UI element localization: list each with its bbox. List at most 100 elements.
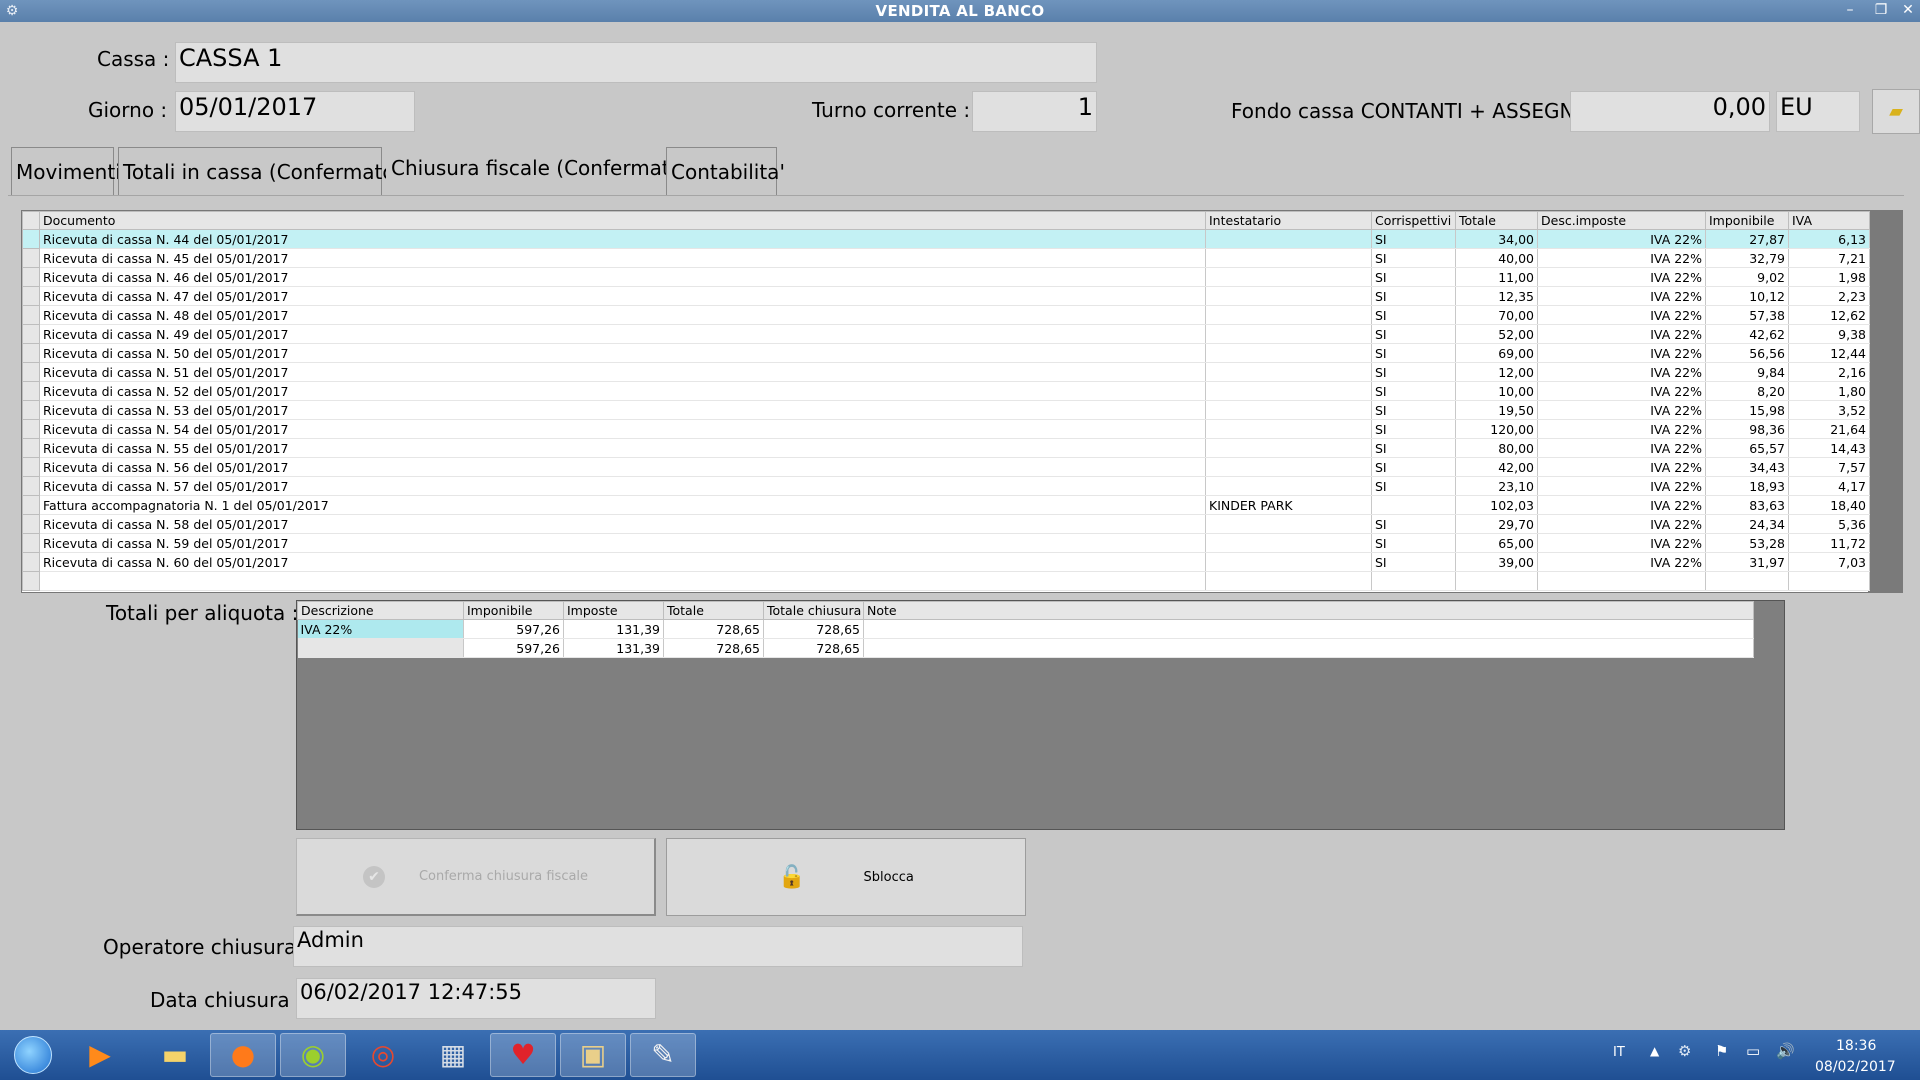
row-indicator[interactable] <box>22 381 40 401</box>
table-row[interactable]: Ricevuta di cassa N. 45 del 05/01/2017 SI… <box>22 248 1870 268</box>
table-row-empty[interactable] <box>22 571 1870 591</box>
col-iva[interactable]: IVA <box>1788 211 1870 230</box>
taskbar-app-media-player[interactable]: ▶ <box>67 1033 133 1077</box>
taskbar-app-explorer[interactable]: ▬ <box>142 1033 208 1077</box>
col-totale-chiusura[interactable]: Totale chiusura <box>763 601 864 620</box>
cell: IVA 22% <box>1537 248 1706 268</box>
clock-time[interactable]: 18:36 <box>1836 1038 1876 1054</box>
tab-movimenti[interactable]: Movimenti <box>11 147 121 196</box>
row-indicator[interactable] <box>22 514 40 534</box>
show-hidden-icons-icon[interactable]: ▲ <box>1650 1044 1659 1058</box>
tab-chiusura-fiscale[interactable]: Chiusura fiscale (Confermato) <box>386 143 690 196</box>
col-note[interactable]: Note <box>863 601 1754 620</box>
giorno-field[interactable]: 05/01/2017 <box>175 91 415 132</box>
table-row[interactable]: Ricevuta di cassa N. 46 del 05/01/2017 SI… <box>22 267 1870 287</box>
table-row[interactable]: Ricevuta di cassa N. 49 del 05/01/2017 SI… <box>22 324 1870 344</box>
data-chiusura-field[interactable]: 06/02/2017 12:47:55 <box>296 978 656 1019</box>
col-corrispettivi[interactable]: Corrispettivi <box>1371 211 1456 230</box>
clock-date[interactable]: 08/02/2017 <box>1815 1059 1896 1075</box>
taskbar-app-paint[interactable]: ✎ <box>630 1033 696 1077</box>
tab-contabilita[interactable]: Contabilita' <box>666 147 785 196</box>
table-row[interactable]: Fattura accompagnatoria N. 1 del 05/01/2… <box>22 495 1870 515</box>
taskbar-app-calculator[interactable]: ▦ <box>420 1033 486 1077</box>
restore-button[interactable]: ❐ <box>1869 1 1893 20</box>
cassa-field[interactable]: CASSA 1 <box>175 42 1097 83</box>
table-row[interactable]: Ricevuta di cassa N. 58 del 05/01/2017 SI… <box>22 514 1870 534</box>
row-indicator[interactable] <box>22 476 40 496</box>
col-totale[interactable]: Totale <box>663 601 764 620</box>
table-row[interactable]: Ricevuta di cassa N. 47 del 05/01/2017 SI… <box>22 286 1870 306</box>
cell: Ricevuta di cassa N. 55 del 05/01/2017 <box>39 438 1206 458</box>
data-chiusura-label: Data chiusura : <box>150 988 303 1012</box>
table-row[interactable]: Ricevuta di cassa N. 44 del 05/01/2017 SI… <box>22 229 1870 249</box>
taskbar-app-green[interactable]: ◉ <box>280 1033 346 1077</box>
table-row[interactable]: Ricevuta di cassa N. 48 del 05/01/2017 SI… <box>22 305 1870 325</box>
taskbar-app-firefox[interactable]: ● <box>210 1033 276 1077</box>
cell: SI <box>1371 362 1456 382</box>
cell: Ricevuta di cassa N. 56 del 05/01/2017 <box>39 457 1206 477</box>
table-row[interactable]: Ricevuta di cassa N. 54 del 05/01/2017 SI… <box>22 419 1870 439</box>
col-imponibile[interactable]: Imponibile <box>1705 211 1789 230</box>
table-row[interactable]: Ricevuta di cassa N. 53 del 05/01/2017 SI… <box>22 400 1870 420</box>
cell: IVA 22% <box>1537 381 1706 401</box>
taskbar-app-strawberry[interactable]: ♥ <box>490 1033 556 1077</box>
taskbar-app-chrome[interactable]: ◎ <box>350 1033 416 1077</box>
tab-totali-in-cassa[interactable]: Totali in cassa (Confermato) <box>118 147 402 196</box>
language-indicator[interactable]: IT <box>1613 1045 1625 1060</box>
cell: 728,65 <box>663 638 764 658</box>
row-indicator[interactable] <box>22 324 40 344</box>
cell: 98,36 <box>1705 419 1789 439</box>
row-indicator[interactable] <box>22 552 40 572</box>
table-row[interactable]: Ricevuta di cassa N. 51 del 05/01/2017 SI… <box>22 362 1870 382</box>
row-indicator[interactable] <box>22 305 40 325</box>
row-indicator[interactable] <box>22 495 40 515</box>
row-indicator[interactable] <box>22 438 40 458</box>
row-indicator[interactable] <box>22 400 40 420</box>
folder-button[interactable]: ▰ <box>1872 89 1920 134</box>
turno-field[interactable]: 1 <box>972 91 1097 132</box>
row-indicator[interactable] <box>22 286 40 306</box>
folder-icon: ▬ <box>161 1038 189 1071</box>
close-button[interactable]: ✕ <box>1896 1 1920 20</box>
row-indicator[interactable] <box>22 533 40 553</box>
taskbar-app-photo-viewer[interactable]: ▣ <box>560 1033 626 1077</box>
row-indicator[interactable] <box>22 267 40 287</box>
row-indicator[interactable] <box>22 248 40 268</box>
documents-grid[interactable]: Documento Intestatario Corrispettivi Tot… <box>22 211 1870 591</box>
table-row[interactable]: Ricevuta di cassa N. 56 del 05/01/2017 SI… <box>22 457 1870 477</box>
col-descrizione[interactable]: Descrizione <box>297 601 464 620</box>
title-bar: ⚙ VENDITA AL BANCO – ❐ ✕ <box>0 0 1920 22</box>
col-intestatario[interactable]: Intestatario <box>1205 211 1372 230</box>
row-indicator[interactable] <box>22 419 40 439</box>
col-imponibile[interactable]: Imponibile <box>463 601 564 620</box>
row-indicator[interactable] <box>22 343 40 363</box>
fondo-cassa-field[interactable]: 0,00 <box>1570 91 1770 132</box>
table-row[interactable]: Ricevuta di cassa N. 57 del 05/01/2017 SI… <box>22 476 1870 496</box>
minimize-button[interactable]: – <box>1838 1 1862 20</box>
network-icon[interactable]: ▭ <box>1746 1042 1760 1060</box>
totali-grid[interactable]: Descrizione Imponibile Imposte Totale To… <box>297 601 1754 658</box>
documents-scrollbar[interactable] <box>1869 210 1903 593</box>
volume-icon[interactable]: 🔊 <box>1776 1042 1795 1060</box>
table-row[interactable]: IVA 22% 597,26 131,39 728,65 728,65 <box>297 619 1754 639</box>
table-row-total[interactable]: 597,26 131,39 728,65 728,65 <box>297 638 1754 658</box>
tray-app-icon[interactable]: ⚙ <box>1678 1042 1691 1060</box>
row-indicator[interactable] <box>22 457 40 477</box>
table-row[interactable]: Ricevuta di cassa N. 52 del 05/01/2017 SI… <box>22 381 1870 401</box>
col-documento[interactable]: Documento <box>39 211 1206 230</box>
row-indicator[interactable] <box>22 229 40 249</box>
flag-icon[interactable]: ⚑ <box>1715 1042 1728 1060</box>
conferma-chiusura-button[interactable]: ✔ Conferma chiusura fiscale <box>296 838 656 916</box>
sblocca-button[interactable]: 🔓 Sblocca <box>666 838 1026 916</box>
table-row[interactable]: Ricevuta di cassa N. 50 del 05/01/2017 SI… <box>22 343 1870 363</box>
col-desc-imposte[interactable]: Desc.imposte <box>1537 211 1706 230</box>
col-totale[interactable]: Totale <box>1455 211 1538 230</box>
start-button[interactable] <box>10 1033 56 1077</box>
table-row[interactable]: Ricevuta di cassa N. 59 del 05/01/2017 SI… <box>22 533 1870 553</box>
cell: IVA 22% <box>1537 286 1706 306</box>
table-row[interactable]: Ricevuta di cassa N. 60 del 05/01/2017 SI… <box>22 552 1870 572</box>
operatore-field[interactable]: Admin <box>293 926 1023 967</box>
row-indicator[interactable] <box>22 362 40 382</box>
col-imposte[interactable]: Imposte <box>563 601 664 620</box>
table-row[interactable]: Ricevuta di cassa N. 55 del 05/01/2017 SI… <box>22 438 1870 458</box>
